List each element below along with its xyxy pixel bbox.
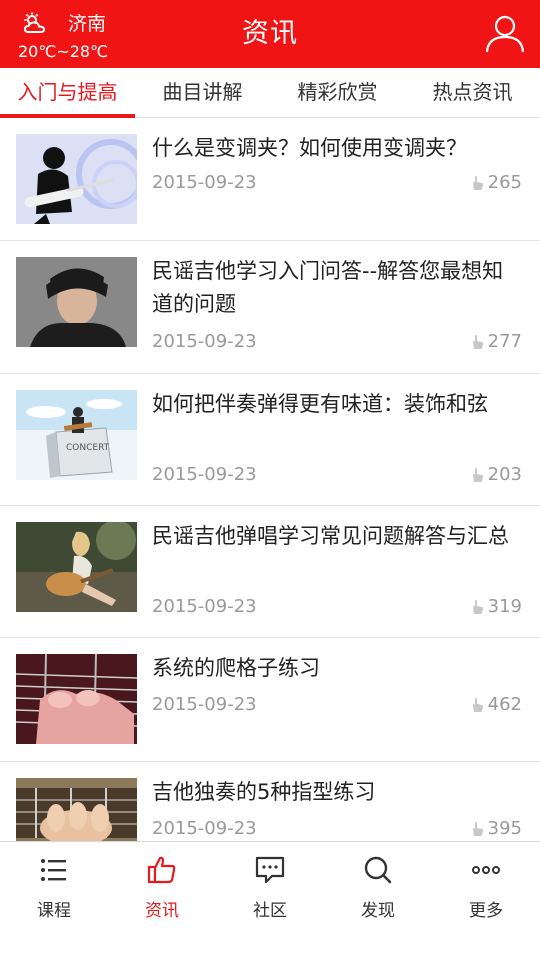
tab-label: 曲目讲解 — [162, 80, 243, 104]
list-item[interactable]: 吉他独奏的5种指型练习 2015-09-23 395 — [0, 762, 540, 841]
tab-label: 入门与提高 — [17, 80, 118, 104]
hand-pointer-icon — [472, 821, 483, 836]
hand-pointer-icon — [472, 334, 483, 349]
nav-community[interactable]: 社区 — [216, 842, 324, 960]
app-header: 济南 20℃~28℃ 资讯 — [0, 0, 540, 68]
nav-label: 课程 — [37, 901, 71, 921]
bottom-navigation: 课程 资讯 社区 发现 更多 — [0, 841, 540, 960]
article-title: 民谣吉他弹唱学习常见问题解答与汇总 — [152, 524, 509, 548]
article-date: 2015-09-23 — [152, 172, 257, 193]
hand-pointer-icon — [472, 697, 483, 712]
hand-pointer-icon — [472, 467, 483, 482]
list-item[interactable]: 民谣吉他学习入门问答--解答您最想知道的问题 2015-09-23 277 — [0, 241, 540, 374]
article-date: 2015-09-23 — [152, 331, 257, 352]
svg-text:CONCERT: CONCERT — [66, 443, 110, 453]
nav-discover[interactable]: 发现 — [324, 842, 432, 960]
tab-hot-news[interactable]: 热点资讯 — [405, 68, 540, 117]
article-title: 民谣吉他学习入门问答--解答您最想知道的问题 — [152, 259, 504, 316]
article-date: 2015-09-23 — [152, 694, 257, 715]
search-icon — [364, 856, 392, 884]
like-count[interactable]: 319 — [469, 596, 522, 617]
user-profile-button[interactable] — [484, 12, 526, 54]
list-item[interactable]: 什么是变调夹？如何使用变调夹？ 2015-09-23 265 — [0, 118, 540, 241]
nav-more[interactable]: 更多 — [432, 842, 540, 960]
like-count[interactable]: 265 — [469, 172, 522, 193]
tab-label: 精彩欣赏 — [297, 80, 378, 104]
list-item[interactable]: CONCERT 如何把伴奏弹得更有味道：装饰和弦 2015-09-23 203 — [0, 374, 540, 506]
nav-label: 更多 — [469, 901, 503, 921]
hand-pointer-icon — [472, 599, 483, 614]
list-icon — [41, 859, 66, 881]
article-list[interactable]: 什么是变调夹？如何使用变调夹？ 2015-09-23 265 民谣吉他学习入门问… — [0, 118, 540, 841]
article-thumbnail — [16, 654, 137, 744]
like-count[interactable]: 395 — [469, 818, 522, 839]
tab-label: 热点资讯 — [432, 80, 513, 104]
article-thumbnail — [16, 778, 137, 841]
hand-pointer-icon — [472, 175, 483, 190]
article-thumbnail — [16, 134, 137, 224]
thumbs-up-icon — [147, 856, 176, 884]
list-item[interactable]: 民谣吉他弹唱学习常见问题解答与汇总 2015-09-23 319 — [0, 506, 540, 638]
article-title: 吉他独奏的5种指型练习 — [152, 780, 376, 804]
tab-song-lessons[interactable]: 曲目讲解 — [135, 68, 270, 117]
article-date: 2015-09-23 — [152, 818, 257, 839]
article-title: 什么是变调夹？如何使用变调夹？ — [152, 136, 467, 160]
nav-label: 资讯 — [145, 901, 179, 921]
tab-showcase[interactable]: 精彩欣赏 — [270, 68, 405, 117]
nav-courses[interactable]: 课程 — [0, 842, 108, 960]
nav-label: 社区 — [253, 901, 287, 921]
more-icon — [472, 866, 500, 874]
article-thumbnail — [16, 257, 137, 347]
like-count[interactable]: 277 — [469, 331, 522, 352]
article-date: 2015-09-23 — [152, 596, 257, 617]
article-date: 2015-09-23 — [152, 464, 257, 485]
article-thumbnail — [16, 522, 137, 612]
list-item[interactable]: 系统的爬格子练习 2015-09-23 462 — [0, 638, 540, 762]
nav-label: 发现 — [361, 901, 395, 921]
article-thumbnail: CONCERT — [16, 390, 137, 480]
chat-icon — [255, 856, 285, 884]
article-title: 如何把伴奏弹得更有味道：装饰和弦 — [152, 392, 488, 416]
like-count[interactable]: 203 — [469, 464, 522, 485]
tab-intro-advanced[interactable]: 入门与提高 — [0, 68, 135, 118]
category-tabs: 入门与提高 曲目讲解 精彩欣赏 热点资讯 — [0, 68, 540, 118]
user-icon — [485, 15, 525, 53]
nav-news[interactable]: 资讯 — [108, 842, 216, 960]
article-title: 系统的爬格子练习 — [152, 656, 320, 680]
like-count[interactable]: 462 — [469, 694, 522, 715]
page-title: 资讯 — [242, 18, 298, 49]
